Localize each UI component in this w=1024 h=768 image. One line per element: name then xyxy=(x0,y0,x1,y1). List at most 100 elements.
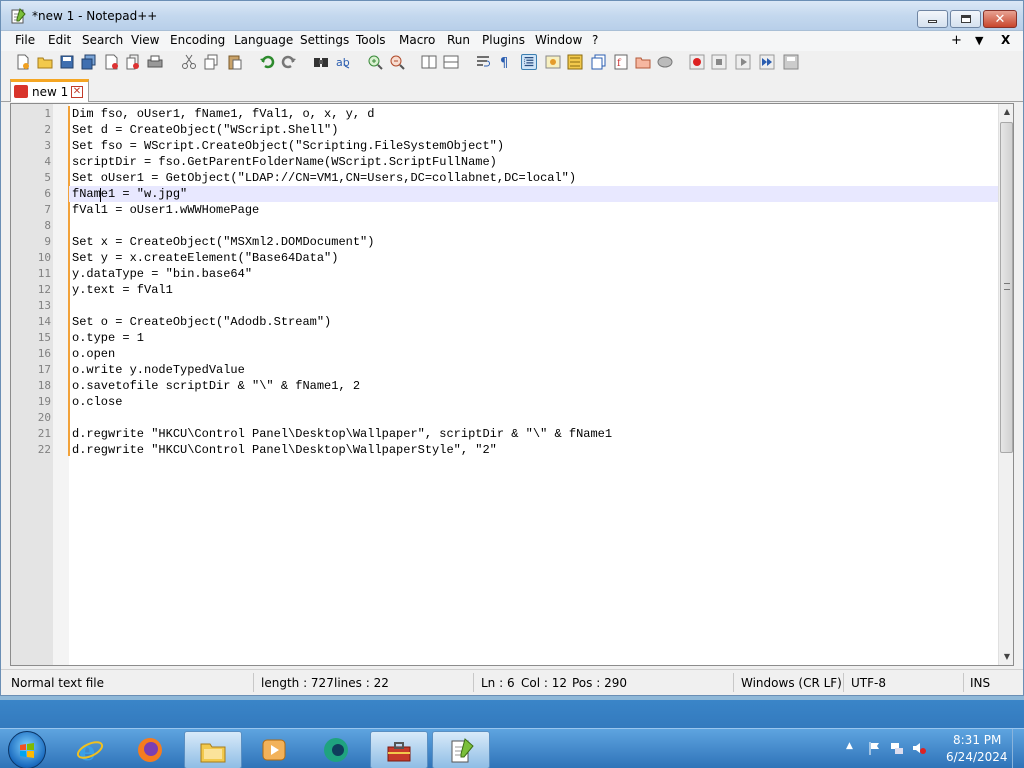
code-line[interactable]: 17 o.write y.nodeTypedValue xyxy=(38,362,998,378)
clock-time[interactable]: 8:31 PM xyxy=(953,733,1001,747)
indent-guide-icon[interactable] xyxy=(521,54,537,70)
code-line[interactable]: 9 Set x = CreateObject("MSXml2.DOMDocumen… xyxy=(44,234,998,250)
close-window-button[interactable]: ✕ xyxy=(983,10,1017,28)
document-list-icon[interactable] xyxy=(591,54,607,70)
tab-close-icon[interactable]: ✕ xyxy=(71,86,83,98)
new-file-icon[interactable] xyxy=(15,54,31,70)
sync-vertical-icon[interactable] xyxy=(421,54,437,70)
replace-icon[interactable]: ab xyxy=(335,54,351,70)
menu-run[interactable]: Run xyxy=(447,33,470,47)
code-line[interactable]: 19 o.close xyxy=(38,394,998,410)
stop-macro-icon[interactable] xyxy=(711,54,727,70)
start-button[interactable] xyxy=(8,731,46,768)
word-wrap-icon[interactable] xyxy=(475,54,491,70)
save-icon[interactable] xyxy=(59,54,75,70)
taskbar-browser[interactable] xyxy=(308,731,366,768)
clock-date[interactable]: 6/24/2024 xyxy=(946,750,1008,764)
menu-help[interactable]: ? xyxy=(592,33,598,47)
code-line[interactable]: 2 Set d = CreateObject("WScript.Shell") xyxy=(44,122,998,138)
menu-encoding[interactable]: Encoding xyxy=(170,33,225,47)
code-line[interactable]: 3 Set fso = WScript.CreateObject("Scripti… xyxy=(44,138,998,154)
scroll-thumb[interactable] xyxy=(1000,122,1013,453)
code-line[interactable]: 16 o.open xyxy=(38,346,998,362)
taskbar-firefox[interactable] xyxy=(122,731,180,768)
menu-edit[interactable]: Edit xyxy=(48,33,71,47)
menu-file[interactable]: File xyxy=(15,33,35,47)
code-line[interactable]: 18 o.savetofile scriptDir & "\" & fName1,… xyxy=(38,378,998,394)
fold-margin[interactable] xyxy=(53,104,69,665)
menu-tools[interactable]: Tools xyxy=(356,33,386,47)
tab-list-arrow-icon[interactable]: ▼ xyxy=(975,34,983,47)
tab-new-1[interactable]: new 1 ✕ xyxy=(10,79,89,102)
close-file-icon[interactable] xyxy=(103,54,119,70)
taskbar-file-explorer[interactable] xyxy=(184,731,242,768)
taskbar-internet-explorer[interactable]: e xyxy=(62,731,120,768)
code-line[interactable]: 4 scriptDir = fso.GetParentFolderName(WSc… xyxy=(44,154,998,170)
cut-icon[interactable] xyxy=(181,54,197,70)
code-line[interactable]: 11 y.dataType = "bin.base64" xyxy=(38,266,998,282)
find-icon[interactable] xyxy=(313,54,329,70)
code-line[interactable]: 1 Dim fso, oUser1, fName1, fVal1, o, x, y… xyxy=(44,106,998,122)
monitoring-icon[interactable] xyxy=(657,54,673,70)
function-list-icon[interactable]: f xyxy=(613,54,629,70)
zoom-out-icon[interactable] xyxy=(389,54,405,70)
network-icon[interactable] xyxy=(890,741,904,755)
document-map-icon[interactable] xyxy=(567,54,583,70)
menu-plugins[interactable]: Plugins xyxy=(482,33,525,47)
menu-search[interactable]: Search xyxy=(82,33,123,47)
user-defined-language-icon[interactable] xyxy=(545,54,561,70)
save-macro-icon[interactable] xyxy=(783,54,799,70)
menu-macro[interactable]: Macro xyxy=(399,33,435,47)
status-line-number: Ln : 6 xyxy=(481,676,515,690)
show-desktop-button[interactable] xyxy=(1012,729,1024,768)
scroll-up-arrow-icon[interactable]: ▲ xyxy=(999,104,1013,120)
print-icon[interactable] xyxy=(147,54,163,70)
play-macro-icon[interactable] xyxy=(735,54,751,70)
save-all-icon[interactable] xyxy=(81,54,97,70)
action-center-flag-icon[interactable] xyxy=(868,741,882,755)
menu-view[interactable]: View xyxy=(131,33,159,47)
code-line[interactable]: 12 y.text = fVal1 xyxy=(38,282,998,298)
editor-area[interactable]: 1 Dim fso, oUser1, fName1, fVal1, o, x, y… xyxy=(10,103,1014,666)
show-all-characters-icon[interactable]: ¶ xyxy=(497,54,513,70)
sync-horizontal-icon[interactable] xyxy=(443,54,459,70)
record-macro-icon[interactable] xyxy=(689,54,705,70)
menu-settings[interactable]: Settings xyxy=(300,33,349,47)
code-line[interactable]: 22 d.regwrite "HKCU\Control Panel\Desktop… xyxy=(38,442,998,458)
code-line[interactable]: 6 fName1 = "w.jpg" xyxy=(44,186,998,202)
vertical-scrollbar[interactable]: ▲ ▼ xyxy=(998,104,1013,665)
taskbar-notepad-plus-plus[interactable] xyxy=(432,731,490,768)
code-line[interactable]: 13 xyxy=(38,298,998,314)
undo-icon[interactable] xyxy=(259,54,275,70)
copy-icon[interactable] xyxy=(203,54,219,70)
maximize-button[interactable] xyxy=(950,10,981,28)
code-line[interactable]: 20 xyxy=(38,410,998,426)
folder-as-workspace-icon[interactable] xyxy=(635,54,651,70)
code-line[interactable]: 21 d.regwrite "HKCU\Control Panel\Desktop… xyxy=(38,426,998,442)
volume-muted-icon[interactable] xyxy=(912,741,926,755)
code-area[interactable]: 1 Dim fso, oUser1, fName1, fVal1, o, x, y… xyxy=(38,104,998,665)
code-line[interactable]: 5 Set oUser1 = GetObject("LDAP://CN=VM1,C… xyxy=(44,170,998,186)
new-tab-plus-icon[interactable]: + xyxy=(951,33,962,48)
taskbar-media-player[interactable] xyxy=(246,731,304,768)
close-all-icon[interactable] xyxy=(125,54,141,70)
menu-window[interactable]: Window xyxy=(535,33,582,47)
redo-icon[interactable] xyxy=(281,54,297,70)
minimize-button[interactable] xyxy=(917,10,948,28)
code-line[interactable]: 10 Set y = x.createElement("Base64Data") xyxy=(38,250,998,266)
open-file-icon[interactable] xyxy=(37,54,53,70)
code-line[interactable]: 14 Set o = CreateObject("Adodb.Stream") xyxy=(38,314,998,330)
close-document-icon[interactable]: X xyxy=(1001,33,1010,47)
scroll-down-arrow-icon[interactable]: ▼ xyxy=(999,649,1013,665)
status-encoding: UTF-8 xyxy=(851,676,886,690)
title-bar[interactable]: *new 1 - Notepad++ ✕ xyxy=(1,1,1023,31)
code-line[interactable]: 7 fVal1 = oUser1.wWWHomePage xyxy=(44,202,998,218)
paste-icon[interactable] xyxy=(227,54,243,70)
taskbar-toolbox[interactable] xyxy=(370,731,428,768)
show-hidden-icons-icon[interactable]: ▲ xyxy=(846,741,860,755)
menu-language[interactable]: Language xyxy=(234,33,293,47)
run-macro-multiple-icon[interactable] xyxy=(759,54,775,70)
zoom-in-icon[interactable] xyxy=(367,54,383,70)
code-line[interactable]: 8 xyxy=(44,218,998,234)
code-line[interactable]: 15 o.type = 1 xyxy=(38,330,998,346)
